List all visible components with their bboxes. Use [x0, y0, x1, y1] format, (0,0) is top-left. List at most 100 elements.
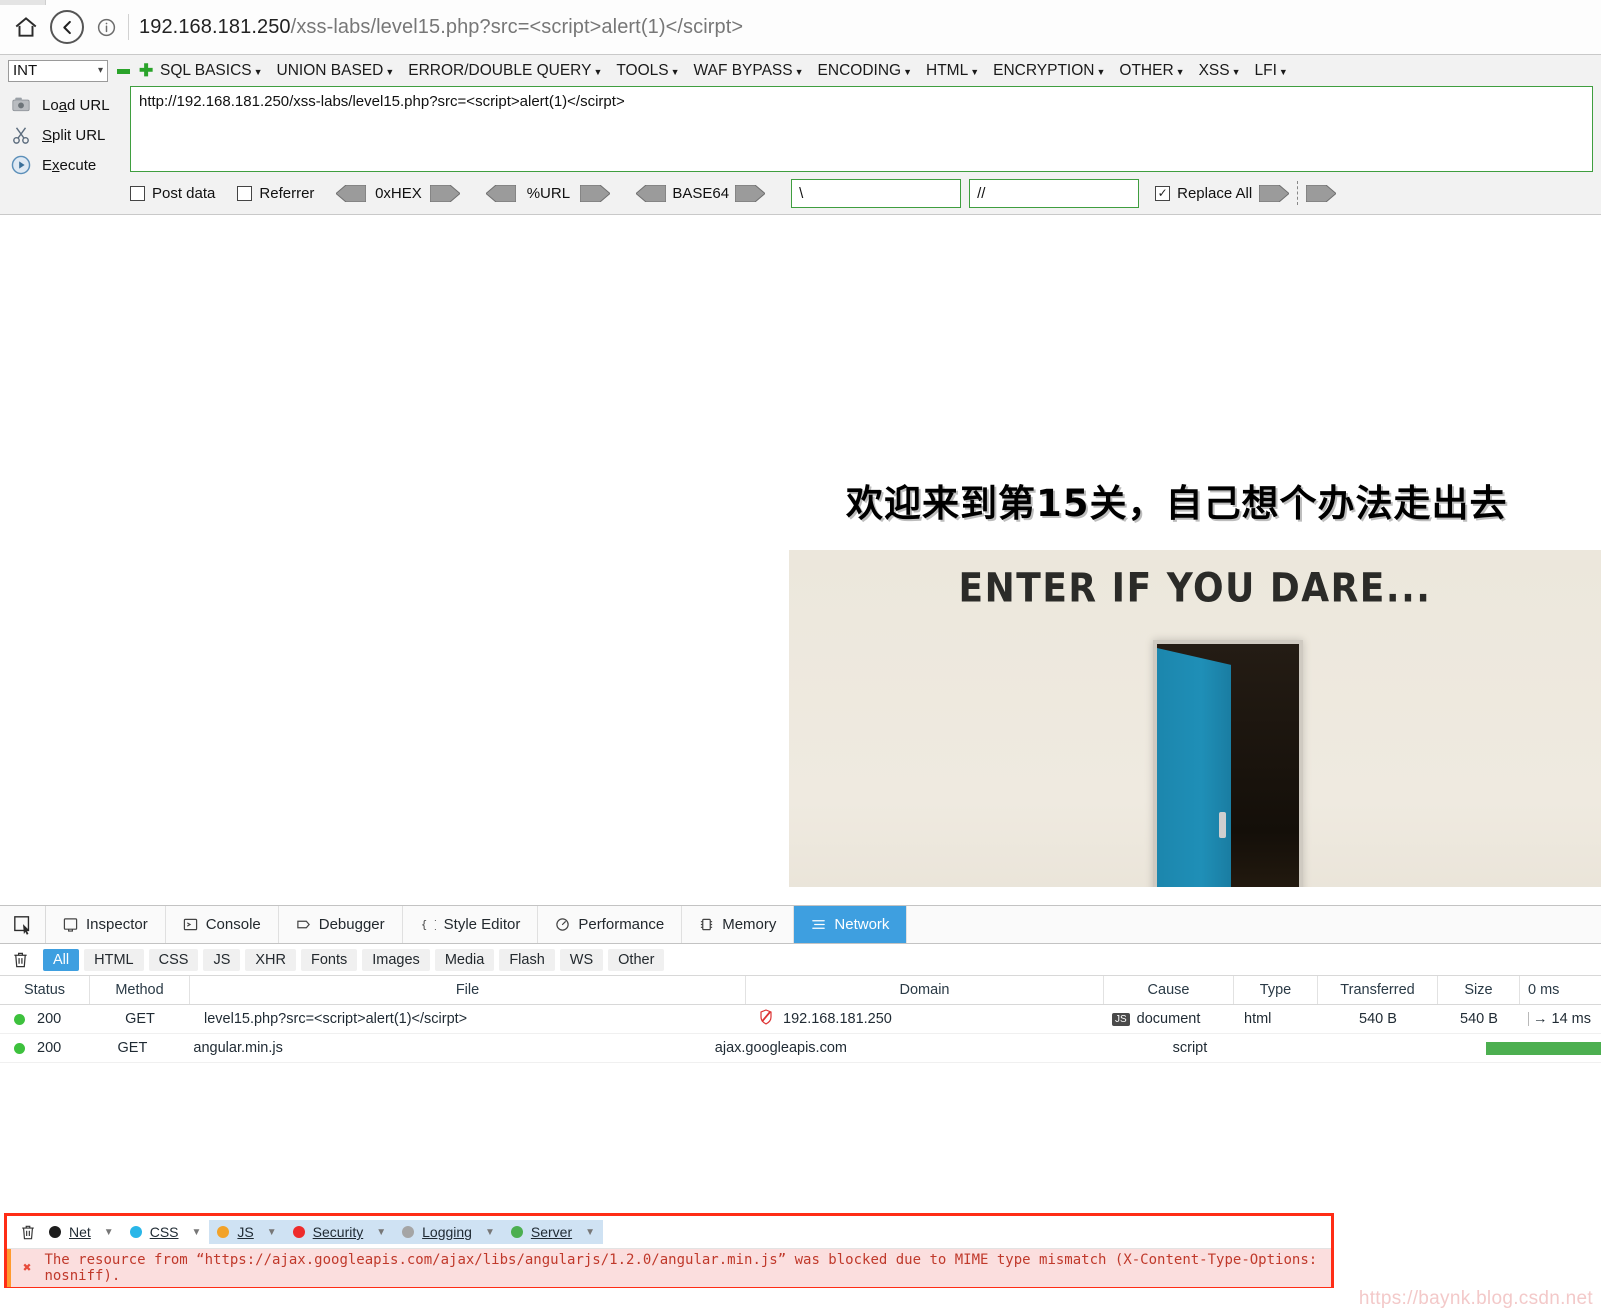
url-bar[interactable]: 192.168.181.250/xss-labs/level15.php?src… — [139, 16, 743, 39]
encode-arrow-icon[interactable] — [579, 184, 612, 202]
table-row[interactable]: 200 GET level15.php?src=<script>alert(1)… — [0, 1005, 1601, 1034]
home-icon[interactable] — [12, 13, 40, 41]
post-data-checkbox[interactable]: Post data — [130, 185, 215, 202]
tab-performance[interactable]: Performance — [538, 906, 683, 943]
net-filter-fonts[interactable]: Fonts — [300, 948, 358, 971]
column-header-status[interactable]: Status — [0, 976, 90, 1004]
chevron-down-icon[interactable]: ▼ — [485, 1227, 495, 1238]
menu-encryption[interactable]: ENCRYPTION ▼ — [986, 62, 1112, 80]
console-error-message[interactable]: ✖ The resource from “https://ajax.google… — [7, 1249, 1331, 1287]
chevron-down-icon: ▼ — [1175, 66, 1185, 77]
cause-text: document — [1136, 1011, 1201, 1027]
chevron-down-icon[interactable]: ▼ — [192, 1227, 202, 1238]
back-arrow-icon[interactable] — [50, 10, 84, 44]
apply-replace-arrow-icon[interactable] — [1258, 184, 1290, 202]
net-filter-other[interactable]: Other — [608, 948, 665, 971]
decode-arrow-icon[interactable] — [485, 184, 517, 202]
decode-arrow-icon[interactable] — [635, 184, 667, 202]
net-filter-images[interactable]: Images — [362, 948, 430, 971]
trash-icon[interactable] — [8, 951, 32, 969]
status-dot-icon — [14, 1013, 25, 1025]
chevron-down-icon: ▼ — [970, 66, 980, 77]
net-filter-all[interactable]: All — [43, 948, 80, 971]
encode-arrow-icon[interactable] — [429, 184, 462, 202]
net-filter-media[interactable]: Media — [434, 948, 495, 971]
column-header-domain[interactable]: Domain — [746, 976, 1104, 1004]
net-filter-html[interactable]: HTML — [84, 948, 144, 971]
load-url-icon — [10, 94, 32, 116]
extra-arrow-icon[interactable] — [1305, 184, 1337, 202]
tab-debugger[interactable]: Debugger — [279, 906, 403, 943]
url-input[interactable]: http://192.168.181.250/xss-labs/level15.… — [130, 86, 1593, 172]
menu-label: LFI — [1254, 61, 1277, 79]
column-header-cause[interactable]: Cause — [1104, 976, 1234, 1004]
hackbar-action-list: Load URL Split URL Execute — [0, 86, 130, 180]
menu-error-double-query[interactable]: ERROR/DOUBLE QUERY ▼ — [401, 62, 609, 80]
execute-icon — [10, 154, 32, 176]
net-filter-css[interactable]: CSS — [148, 948, 199, 971]
menu-encoding[interactable]: ENCODING ▼ — [811, 62, 919, 80]
url-divider — [128, 14, 129, 40]
column-header-size[interactable]: Size — [1438, 976, 1520, 1004]
row-file: angular.min.js — [193, 1040, 283, 1056]
console-filter-js[interactable]: JS ▼ — [209, 1220, 285, 1244]
tab-inspector[interactable]: Inspector — [46, 906, 166, 943]
info-circle-icon[interactable] — [94, 15, 118, 39]
replace-from-input[interactable]: \ — [791, 178, 962, 208]
console-filter-security[interactable]: Security ▼ — [284, 1220, 395, 1244]
add-tab-icon[interactable]: ✚ — [139, 62, 153, 79]
tab-label: Network — [834, 916, 890, 933]
column-header-file[interactable]: File — [190, 976, 746, 1004]
menu-other[interactable]: OTHER ▼ — [1112, 62, 1191, 80]
net-filter-ws[interactable]: WS — [559, 948, 604, 971]
replace-to-input[interactable]: // — [969, 178, 1140, 208]
table-row[interactable]: 200 GET angular.min.js ajax.googleapis.c… — [0, 1034, 1601, 1063]
net-dot-icon — [49, 1226, 61, 1238]
console-filter-server[interactable]: Server ▼ — [502, 1220, 604, 1244]
chevron-down-icon[interactable]: ▼ — [104, 1227, 114, 1238]
replace-all-checkbox[interactable]: ✓ Replace All — [1155, 184, 1290, 202]
row-domain: 192.168.181.250 — [746, 1005, 1104, 1033]
chevron-down-icon[interactable]: ▼ — [267, 1227, 277, 1238]
menu-xss[interactable]: XSS ▼ — [1192, 62, 1248, 80]
row-status: 200 — [0, 1034, 85, 1062]
split-url-button[interactable]: Split URL — [0, 120, 130, 150]
filter-label: Server — [530, 1224, 573, 1240]
load-url-button[interactable]: Load URL — [0, 90, 130, 120]
menu-waf-bypass[interactable]: WAF BYPASS ▼ — [687, 62, 811, 80]
chevron-down-icon[interactable]: ▼ — [376, 1227, 386, 1238]
referrer-checkbox[interactable]: Referrer — [237, 185, 314, 202]
tab-console[interactable]: Console — [166, 906, 279, 943]
column-header-method[interactable]: Method — [90, 976, 190, 1004]
execute-button[interactable]: Execute — [0, 150, 130, 180]
timing-text: → 14 ms — [1533, 1011, 1592, 1027]
console-filter-logging[interactable]: Logging ▼ — [394, 1220, 503, 1244]
column-header-timeline[interactable]: 0 ms — [1520, 976, 1601, 1004]
menu-tools[interactable]: TOOLS ▼ — [609, 62, 686, 80]
row-cause: JS document — [1104, 1005, 1234, 1033]
tab-memory[interactable]: Memory — [682, 906, 795, 943]
menu-sql-basics[interactable]: SQL BASICS ▼ — [153, 62, 270, 80]
net-filter-xhr[interactable]: XHR — [245, 948, 296, 971]
element-picker-icon[interactable] — [0, 906, 46, 943]
console-filter-css[interactable]: CSS ▼ — [122, 1220, 210, 1244]
chevron-down-icon[interactable]: ▼ — [585, 1227, 595, 1238]
menu-union-based[interactable]: UNION BASED ▼ — [270, 62, 402, 80]
tab-style-editor[interactable]: { } Style Editor — [403, 906, 539, 943]
trash-icon[interactable] — [15, 1224, 41, 1241]
mode-select[interactable]: INT ▾ — [8, 59, 108, 82]
menu-lfi[interactable]: LFI ▼ — [1248, 62, 1295, 80]
column-header-type[interactable]: Type — [1234, 976, 1318, 1004]
net-filter-js[interactable]: JS — [203, 948, 241, 971]
remove-tab-button[interactable] — [117, 69, 130, 74]
net-filter-flash[interactable]: Flash — [499, 948, 555, 971]
menu-html[interactable]: HTML ▼ — [919, 62, 986, 80]
encode-arrow-icon[interactable] — [734, 184, 766, 202]
tab-network[interactable]: Network — [794, 906, 908, 943]
hackbar-options-row: Post data Referrer 0xHEX %URL BASE64 \ /… — [130, 172, 1593, 208]
console-filter-net[interactable]: Net ▼ — [41, 1220, 122, 1244]
chevron-down-icon: ▾ — [97, 65, 103, 76]
chevron-down-icon: ▼ — [253, 66, 263, 77]
column-header-transferred[interactable]: Transferred — [1318, 976, 1438, 1004]
decode-arrow-icon[interactable] — [335, 184, 367, 202]
